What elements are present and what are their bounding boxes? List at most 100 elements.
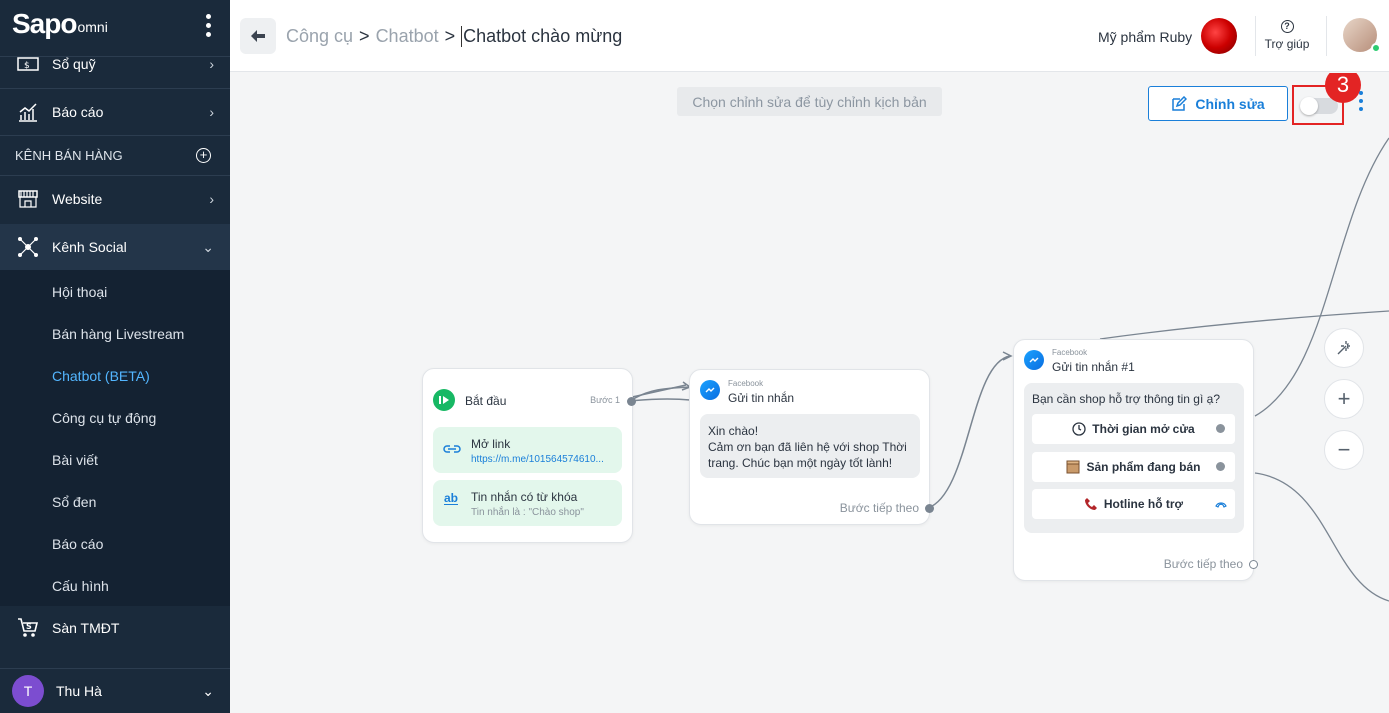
submenu-item-hoi-thoai[interactable]: Hội thoại	[52, 284, 107, 300]
chevron-right-icon: ›	[209, 191, 214, 207]
add-channel-icon[interactable]: +	[196, 148, 211, 163]
trigger-title: Tin nhắn có từ khóa	[471, 490, 578, 504]
clock-icon	[1072, 422, 1086, 436]
cart-icon: S	[0, 617, 52, 639]
user-name: Thu Hà	[56, 683, 102, 699]
option-products[interactable]: Sản phẩm đang bán	[1032, 452, 1235, 482]
submenu-item-chatbot[interactable]: Chatbot (BETA)	[52, 368, 150, 384]
sidebar-item-label: Báo cáo	[52, 104, 104, 120]
message-card-title: Gửi tin nhắn	[728, 391, 795, 405]
option-hotline[interactable]: Hotline hỗ trợ	[1032, 489, 1235, 519]
page-title[interactable]: Chatbot chào mừng	[461, 26, 622, 47]
call-handset-icon	[1215, 502, 1227, 508]
sidebar-item-label: Sổ quỹ	[52, 56, 96, 72]
help-button[interactable]: ? Trợ giúp	[1258, 20, 1316, 51]
zoom-in-button[interactable]: +	[1324, 379, 1364, 419]
question-block: Bạn cần shop hỗ trợ thông tin gì ạ? Thời…	[1024, 383, 1244, 533]
back-button[interactable]	[240, 18, 276, 54]
send-message-card-2[interactable]: Facebook Gửi tin nhắn #1 Bạn cần shop hỗ…	[1013, 339, 1258, 581]
arrow-left-icon	[251, 30, 265, 42]
link-icon	[443, 445, 461, 453]
online-status-dot	[1371, 43, 1381, 53]
option-opening-hours[interactable]: Thời gian mở cửa	[1032, 414, 1235, 444]
play-start-icon	[433, 389, 455, 411]
chevron-right-icon: ›	[209, 56, 214, 72]
logo-main: Sapo	[12, 8, 77, 39]
sidebar-menu-kebab-icon[interactable]	[200, 12, 216, 42]
start-card[interactable]: Bắt đầu Bước 1 Mở link https://m.me/1015…	[422, 368, 636, 543]
breadcrumb-separator: >	[444, 26, 456, 46]
user-avatar: T	[12, 675, 44, 707]
trigger-open-link[interactable]: Mở link https://m.me/101564574610...	[433, 427, 622, 473]
connector-dot[interactable]	[1249, 560, 1258, 569]
user-menu[interactable]: T Thu Hà ⌄	[0, 668, 230, 713]
chevron-down-icon: ⌄	[202, 238, 214, 255]
trigger-detail: https://m.me/101564574610...	[471, 454, 604, 465]
option-connector-dot[interactable]	[1216, 462, 1225, 471]
sidebar-item-san-tmdt[interactable]: S Sàn TMĐT	[0, 606, 230, 650]
help-question-icon: ?	[1280, 20, 1294, 33]
breadcrumb-separator: >	[359, 26, 370, 46]
option-connector-dot[interactable]	[1216, 424, 1225, 433]
messenger-icon	[1024, 350, 1044, 370]
submenu-item-bai-viet[interactable]: Bài viết	[52, 452, 98, 468]
sidebar-item-label: Sàn TMĐT	[52, 620, 120, 636]
more-options-icon[interactable]	[1358, 91, 1364, 121]
keyword-text-icon: ab	[444, 491, 459, 505]
message-bubble: Xin chào! Cảm ơn bạn đã liên hệ với shop…	[700, 414, 920, 478]
trigger-keyword[interactable]: ab Tin nhắn có từ khóa Tin nhắn là : "Ch…	[433, 480, 622, 526]
message-line: Cảm ơn bạn đã liên hệ với shop Thời tran…	[708, 440, 907, 470]
edit-button[interactable]: Chỉnh sửa	[1148, 86, 1288, 121]
chevron-down-icon: ⌄	[202, 682, 214, 699]
report-chart-icon	[0, 102, 52, 122]
sidebar-item-so-quy[interactable]: $ Sổ quỹ ›	[0, 48, 230, 80]
trigger-title: Mở link	[471, 437, 511, 451]
sapo-logo[interactable]: Sapo omni	[12, 6, 108, 40]
submenu-item-cong-cu-tu-dong[interactable]: Công cụ tự động	[52, 410, 156, 426]
social-network-icon	[0, 236, 52, 258]
flow-canvas[interactable]: Chọn chỉnh sửa để tùy chỉnh kịch bản Chỉ…	[230, 73, 1389, 713]
package-icon	[1066, 460, 1080, 474]
top-header: Công cụ > Chatbot > Chatbot chào mừng Mỹ…	[230, 0, 1389, 72]
messenger-icon	[700, 380, 720, 400]
chatbot-active-toggle[interactable]	[1300, 97, 1338, 115]
website-store-icon	[0, 189, 52, 209]
social-submenu: Hội thoại Bán hàng Livestream Chatbot (B…	[0, 270, 230, 606]
sidebar-item-bao-cao[interactable]: Báo cáo ›	[0, 90, 230, 134]
submenu-item-bao-cao[interactable]: Báo cáo	[52, 536, 103, 552]
send-message-card[interactable]: Facebook Gửi tin nhắn Xin chào! Cảm ơn b…	[689, 369, 934, 525]
platform-label: Facebook	[728, 379, 764, 388]
next-step-label: Bước tiếp theo	[1163, 557, 1243, 571]
auto-layout-button[interactable]	[1324, 328, 1364, 368]
submenu-item-so-den[interactable]: Sổ đen	[52, 494, 96, 510]
edit-hint: Chọn chỉnh sửa để tùy chỉnh kịch bản	[677, 87, 942, 116]
sidebar-item-label: Kênh Social	[52, 239, 127, 255]
question-text: Bạn cần shop hỗ trợ thông tin gì ạ?	[1032, 392, 1220, 406]
logo-suffix: omni	[77, 19, 108, 35]
shop-name[interactable]: Mỹ phẩm Ruby	[1098, 29, 1192, 45]
shop-avatar[interactable]	[1201, 18, 1237, 54]
edit-pencil-icon	[1172, 95, 1188, 111]
submenu-item-livestream[interactable]: Bán hàng Livestream	[52, 326, 184, 342]
submenu-item-cau-hinh[interactable]: Cấu hình	[52, 578, 109, 594]
phone-icon	[1084, 498, 1097, 510]
platform-label: Facebook	[1052, 348, 1088, 357]
sidebar-item-website[interactable]: Website ›	[0, 177, 230, 221]
svg-text:$: $	[24, 61, 30, 71]
zoom-out-button[interactable]: −	[1324, 430, 1364, 470]
message-line: Xin chào!	[708, 424, 759, 438]
breadcrumb-cong-cu[interactable]: Công cụ	[286, 26, 353, 47]
message-card-title: Gửi tin nhắn #1	[1052, 360, 1135, 374]
breadcrumb: Công cụ > Chatbot > Chatbot chào mừng	[286, 26, 622, 47]
sidebar-item-label: Website	[52, 191, 103, 207]
option-label: Sản phẩm đang bán	[1086, 460, 1201, 474]
sidebar-item-kenh-social[interactable]: Kênh Social ⌄	[0, 224, 230, 270]
sidebar: Sapo omni $ Sổ quỹ › Báo cáo › KÊNH BÁN …	[0, 0, 230, 713]
breadcrumb-chatbot[interactable]: Chatbot	[376, 26, 439, 47]
magic-wand-icon	[1337, 341, 1350, 355]
cashbook-icon: $	[0, 56, 52, 72]
connector-dot[interactable]	[925, 504, 934, 513]
trigger-detail: Tin nhắn là : "Chào shop"	[471, 507, 584, 518]
connector-dot[interactable]	[627, 397, 636, 406]
svg-text:S: S	[26, 622, 32, 631]
